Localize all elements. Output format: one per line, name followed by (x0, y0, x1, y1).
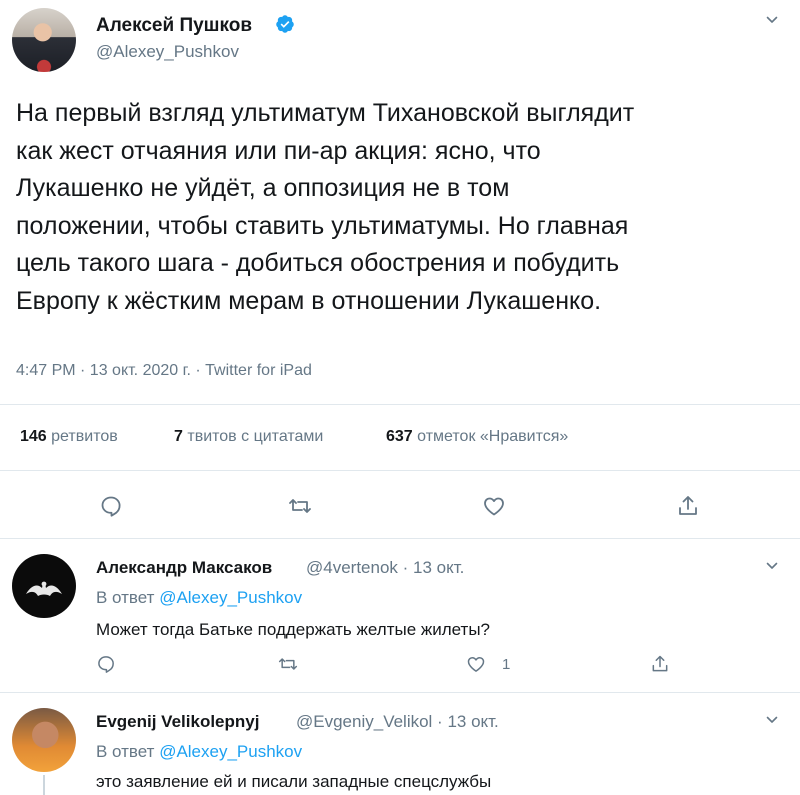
replying-to: В ответ @Alexey_Pushkov (96, 742, 302, 762)
thread-line (43, 775, 45, 795)
author-handle[interactable]: @Alexey_Pushkov (96, 42, 239, 62)
retweet-button[interactable] (278, 654, 298, 674)
divider (0, 538, 800, 539)
reply-author-name[interactable]: Александр Максаков (96, 558, 272, 578)
retweets-count: 146 (20, 428, 47, 445)
likes-count: 637 (386, 428, 413, 445)
tweet-text-line: Европу к жёстким мерам в отношении Лукаш… (16, 286, 602, 315)
quotes-label: твитов с цитатами (187, 428, 324, 445)
replying-to-prefix: В ответ (96, 588, 155, 607)
tweet-text-line: Лукашенко не уйдёт, а оппозиция не в том (16, 174, 510, 202)
share-button[interactable] (676, 494, 700, 518)
reply-icon (101, 496, 121, 517)
replying-to-prefix: В ответ (96, 742, 155, 761)
reply-author-name[interactable]: Evgenij Velikolepnyj (96, 712, 259, 732)
author-name[interactable]: Алексей Пушков (96, 15, 252, 37)
chevron-down-icon[interactable] (766, 14, 778, 26)
like-button[interactable] (482, 494, 506, 518)
reply-avatar[interactable] (12, 708, 76, 772)
reply-avatar[interactable] (12, 554, 76, 618)
replying-to: В ответ @Alexey_Pushkov (96, 588, 302, 608)
reply-handle-date[interactable]: @4vertenok · 13 окт. (306, 558, 464, 578)
tweet-timestamp[interactable]: 4:47 PM · 13 окт. 2020 г. · Twitter for … (16, 362, 312, 380)
author-avatar[interactable] (12, 8, 76, 72)
tweet-text-line: как жест отчаяния или пи-ар акция: ясно,… (16, 136, 541, 165)
tweet-text-line: На первый взгляд ультиматум Тихановской … (16, 99, 635, 127)
likes-stat[interactable]: 637 отметок «Нравится» (386, 428, 568, 446)
reply-handle-date[interactable]: @Evgeniy_Velikol · 13 окт. (296, 712, 499, 732)
quotes-stat[interactable]: 7 твитов с цитатами (174, 428, 323, 446)
divider (0, 470, 800, 471)
reply-button[interactable] (96, 654, 116, 674)
retweets-stat[interactable]: 146 ретвитов (20, 428, 118, 446)
reply-icon (98, 656, 114, 673)
replying-to-link[interactable]: @Alexey_Pushkov (159, 742, 302, 761)
tweet-text-line: цель такого шага - добиться обострения и… (16, 249, 620, 277)
retweet-icon (278, 658, 298, 670)
share-icon (652, 655, 668, 672)
divider (0, 692, 800, 693)
divider (0, 404, 800, 405)
like-button[interactable] (466, 654, 486, 674)
tweet-text: На первый взгляд ультиматум Тихановской … (16, 95, 786, 320)
like-icon (467, 657, 485, 672)
like-icon (484, 497, 504, 516)
chevron-down-icon[interactable] (766, 714, 778, 726)
chevron-down-icon[interactable] (766, 560, 778, 572)
reply-text: Может тогда Батьке поддержать желтые жил… (96, 620, 491, 639)
bat-image (26, 581, 62, 596)
share-icon (679, 496, 697, 515)
share-button[interactable] (650, 654, 670, 674)
replying-to-link[interactable]: @Alexey_Pushkov (159, 588, 302, 607)
retweets-label: ретвитов (51, 428, 118, 445)
reply-text: это заявление ей и писали западные спецс… (96, 772, 492, 791)
like-count: 1 (502, 656, 511, 673)
verified-badge-icon (276, 15, 294, 33)
retweet-button[interactable] (288, 494, 312, 518)
retweet-icon (289, 499, 311, 513)
likes-label: отметок «Нравится» (417, 428, 569, 445)
quotes-count: 7 (174, 428, 183, 445)
reply-button[interactable] (99, 494, 123, 518)
tweet-text-line: положении, чтобы ставить ультиматумы. Но… (16, 211, 629, 240)
